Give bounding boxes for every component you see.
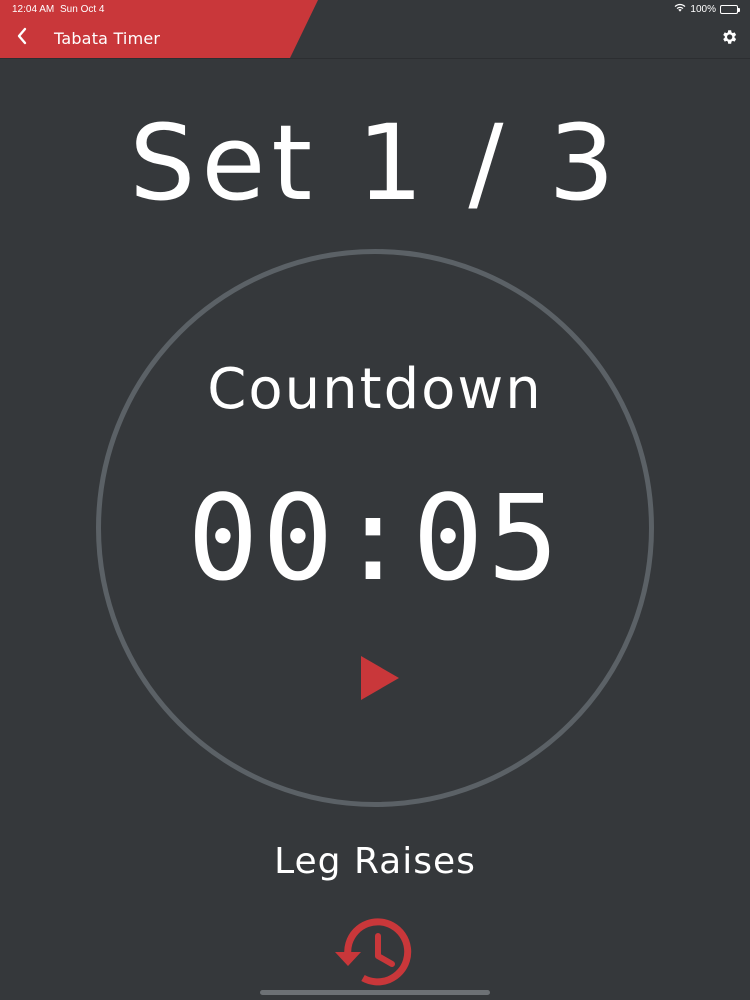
- back-button[interactable]: [10, 26, 34, 50]
- time-display: 00:05: [187, 469, 563, 607]
- settings-button[interactable]: [718, 28, 740, 50]
- play-icon: [359, 654, 401, 706]
- nav-title: Tabata Timer: [54, 29, 161, 48]
- play-button[interactable]: [350, 648, 410, 712]
- gear-icon: [720, 28, 738, 50]
- status-time: 12:04 AM: [12, 4, 55, 15]
- wifi-icon: [674, 3, 686, 15]
- status-bar-right: 100%: [674, 3, 740, 15]
- header-divider: [0, 58, 750, 59]
- chevron-left-icon: [15, 27, 29, 49]
- battery-percent: 100%: [690, 3, 716, 15]
- battery-icon: [720, 4, 740, 14]
- exercise-name: Leg Raises: [274, 841, 476, 882]
- set-counter: Set 1 / 3: [129, 102, 621, 224]
- status-date: Sun Oct 4: [60, 4, 105, 15]
- history-icon: [332, 916, 418, 990]
- history-button[interactable]: [330, 916, 420, 990]
- phase-label: Countdown: [207, 357, 543, 422]
- home-indicator: [260, 990, 490, 995]
